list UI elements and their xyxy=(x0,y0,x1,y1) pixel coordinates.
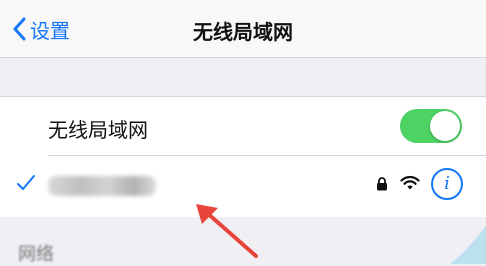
navigation-bar: 设置 无线局域网 xyxy=(0,0,486,58)
network-name-redacted xyxy=(48,176,156,196)
page-title: 无线局域网 xyxy=(193,22,293,44)
wifi-toggle-label: 无线局域网 xyxy=(48,120,148,142)
checkmark-icon xyxy=(17,175,35,190)
lock-icon xyxy=(377,177,387,191)
info-icon[interactable]: i xyxy=(431,168,463,200)
wifi-toggle-switch[interactable] xyxy=(400,109,462,143)
section-spacer xyxy=(0,58,486,96)
decorative-shape xyxy=(450,226,486,264)
annotation-arrow xyxy=(196,204,258,258)
wifi-toggle-row: 无线局域网 xyxy=(0,97,486,155)
toggle-knob xyxy=(430,111,460,141)
wifi-signal-icon xyxy=(400,175,420,190)
section-header-partial: 网络 xyxy=(18,244,54,264)
